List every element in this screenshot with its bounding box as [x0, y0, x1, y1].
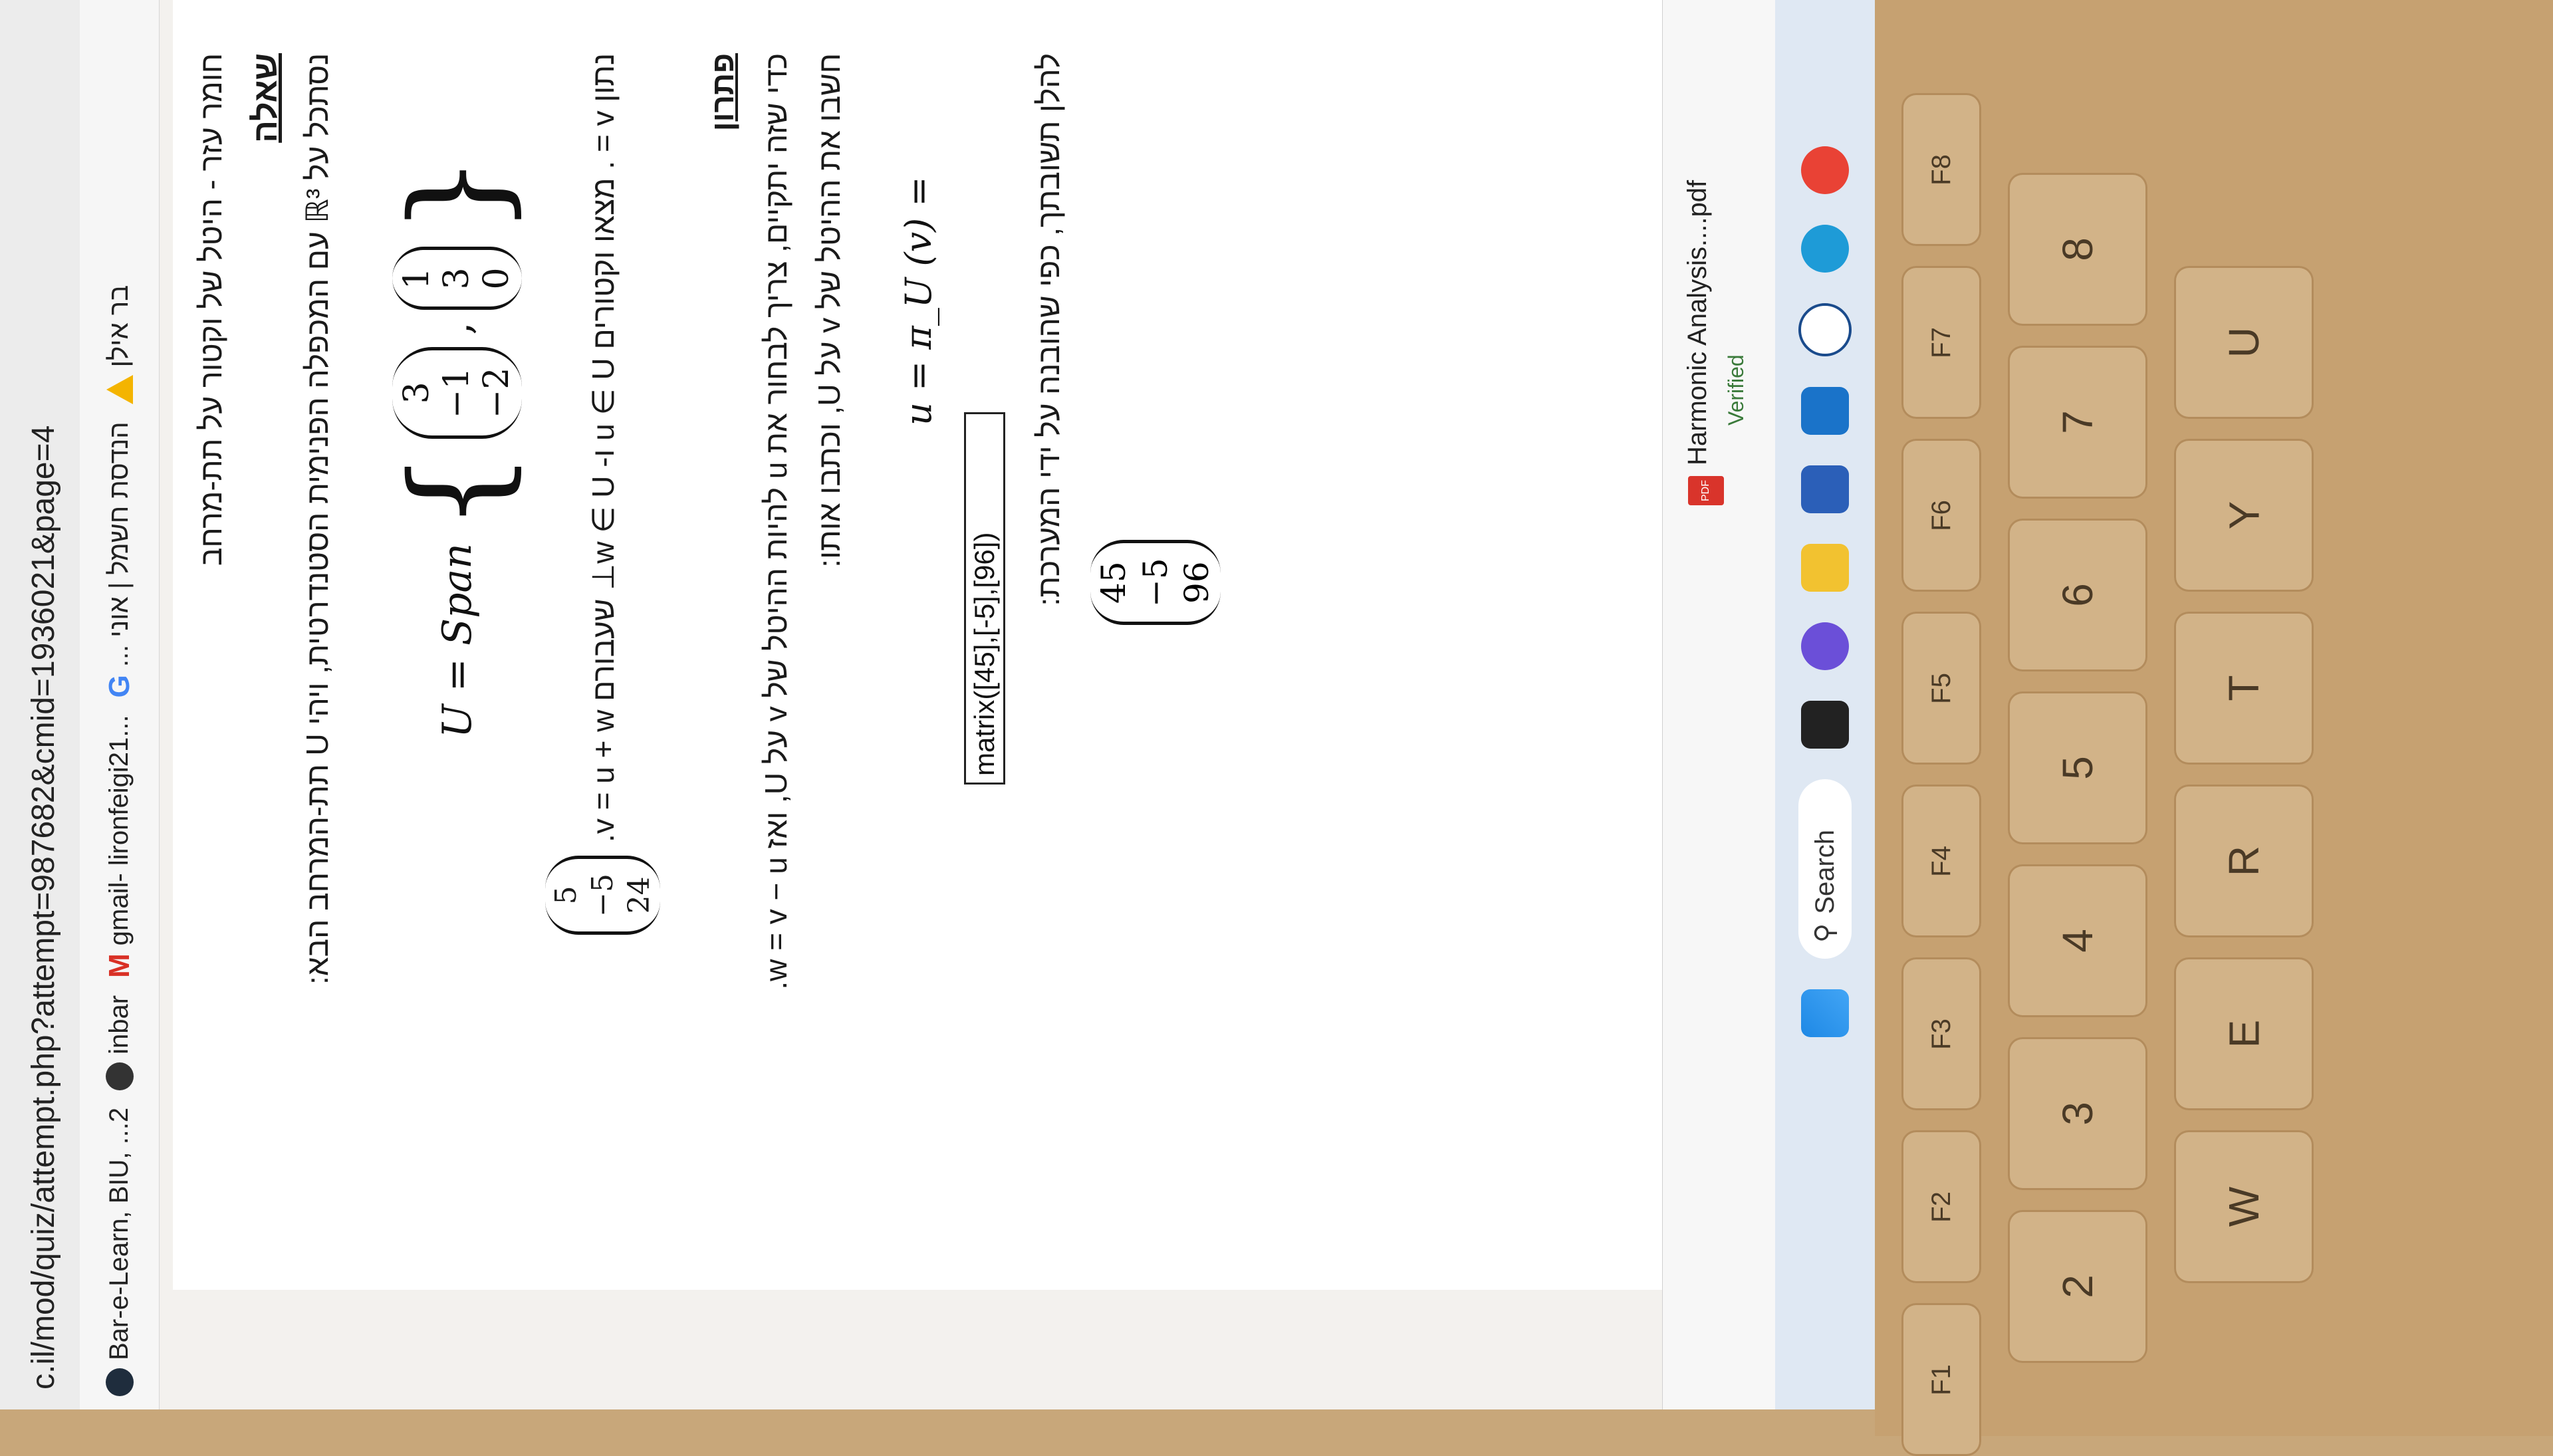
- key-w[interactable]: W: [2174, 1130, 2314, 1283]
- solution-title: פתרון: [705, 53, 740, 132]
- vector-entry: 3: [436, 267, 477, 290]
- bookmark-inbar[interactable]: inbar: [104, 995, 134, 1090]
- chrome-icon[interactable]: [1801, 146, 1849, 194]
- left-brace: {: [383, 451, 531, 532]
- key-f7[interactable]: F7: [1901, 266, 1981, 419]
- bookmark-label: ... הנדסת חשמל | אוני: [104, 422, 134, 667]
- span-expression: U = Span { 3 −1 −2 , 1 3 0 }: [383, 154, 531, 738]
- edge-icon[interactable]: [1801, 225, 1849, 273]
- span-vector-1: 3 −1 −2: [392, 346, 523, 439]
- quiz-page: חומר עזר - היטל של וקטור על תת-מרחב שאלה…: [173, 0, 1662, 1290]
- search-icon: ⚲: [1810, 923, 1840, 943]
- address-bar[interactable]: c.il/mod/quiz/attempt.php?attempt=987682…: [0, 0, 80, 1409]
- vector-entry: −2: [476, 367, 517, 419]
- vector-entry: −5: [586, 873, 620, 917]
- answer-vector-preview: 45 −5 96: [1090, 540, 1221, 625]
- vector-entry: 3: [397, 382, 437, 404]
- drive-icon: [106, 375, 133, 405]
- question-text-line2: נתון v = . מצאו וקטורים u ∈ U ו- w ∈ U⊥ …: [545, 53, 660, 935]
- bookmark-label: inbar: [104, 995, 134, 1054]
- bookmark-bar-e-learn[interactable]: Bar-e-Learn, BIU, ...2: [104, 1108, 134, 1396]
- key-7[interactable]: 7: [2008, 346, 2147, 499]
- laptop-screen: c.il/mod/quiz/attempt.php?attempt=987682…: [0, 0, 1875, 1409]
- vector-entry: 24: [622, 876, 656, 914]
- answer-input[interactable]: matrix([45],[-5],[96]): [964, 412, 1005, 785]
- bookmark-gmail[interactable]: M gmail- lironfeigi21...: [103, 715, 136, 977]
- key-3[interactable]: 3: [2008, 1037, 2147, 1190]
- vector-entry: −5: [1136, 558, 1175, 607]
- key-u[interactable]: U: [2174, 266, 2314, 419]
- vector-entry: −1: [436, 367, 477, 419]
- span-vector-2: 1 3 0: [392, 247, 523, 310]
- globe-icon: [105, 1368, 134, 1396]
- taskbar-search[interactable]: ⚲ Search: [1798, 779, 1852, 959]
- vector-entry: 1: [397, 267, 437, 290]
- bookmark-label: Bar-e-Learn, BIU, ...2: [104, 1107, 134, 1360]
- key-y[interactable]: Y: [2174, 439, 2314, 592]
- right-brace: }: [383, 154, 531, 235]
- store-icon[interactable]: [1801, 465, 1849, 513]
- question-line2-text: נתון v = . מצאו וקטורים u ∈ U ו- w ∈ U⊥ …: [585, 53, 620, 842]
- task-view-icon[interactable]: [1801, 701, 1849, 749]
- key-6[interactable]: 6: [2008, 519, 2147, 671]
- key-f2[interactable]: F2: [1901, 1130, 1981, 1283]
- taskbar: ⚲ Search: [1775, 0, 1875, 1409]
- search-label: Search: [1810, 829, 1840, 914]
- download-file-name[interactable]: Harmonic Analysis....pdf: [1683, 180, 1713, 465]
- key-f5[interactable]: F5: [1901, 612, 1981, 765]
- google-icon: G: [102, 675, 136, 698]
- vector-entry: 45: [1094, 561, 1133, 604]
- file-explorer-icon[interactable]: [1801, 544, 1849, 592]
- comma: ,: [433, 322, 481, 335]
- solution-text-line1: כדי שזה יתקיים, צריך לבחור את u להיות הה…: [759, 53, 793, 990]
- laptop-keyboard: F1 F2 F3 F4 F5 F6 F7 F8 2 3 4 5 6 7 8 W …: [1875, 0, 2553, 1456]
- response-note: להלן תשובתך, כפי שהובנה על ידי המערכת:: [1031, 53, 1066, 606]
- key-t[interactable]: T: [2174, 612, 2314, 765]
- vector-entry: 96: [1177, 561, 1216, 604]
- dell-icon[interactable]: [1798, 303, 1852, 356]
- bookmark-electrical-engineering[interactable]: G ... הנדסת חשמל | אוני: [103, 422, 136, 697]
- key-f6[interactable]: F6: [1901, 439, 1981, 592]
- bookmarks-bar: Bar-e-Learn, BIU, ...2 inbar M gmail- li…: [80, 0, 160, 1409]
- bookmark-label: gmail- lironfeigi21...: [104, 715, 134, 946]
- bookmark-label: בר אילן: [104, 285, 134, 368]
- url-text[interactable]: c.il/mod/quiz/attempt.php?attempt=987682…: [25, 425, 62, 1390]
- copilot-icon[interactable]: [1801, 622, 1849, 670]
- key-f4[interactable]: F4: [1901, 785, 1981, 937]
- vector-entry: 0: [476, 267, 517, 290]
- mail-icon[interactable]: [1801, 387, 1849, 435]
- page-headline: חומר עזר - היטל של וקטור על תת-מרחב: [193, 53, 228, 566]
- key-e[interactable]: E: [2174, 957, 2314, 1110]
- question-title: שאלה: [247, 53, 284, 143]
- key-r[interactable]: R: [2174, 785, 2314, 937]
- v-vector: 5 −5 24: [545, 855, 660, 935]
- download-status: Verified: [1724, 354, 1748, 425]
- downloads-bar: PDF Harmonic Analysis....pdf Verified: [1662, 0, 1776, 1409]
- vector-entry: 5: [549, 886, 583, 905]
- question-text-line1: נסתכל על ℝ³ עם המכפלה הפנימית הסטנדרטית,…: [300, 53, 334, 985]
- key-4[interactable]: 4: [2008, 864, 2147, 1017]
- key-f3[interactable]: F3: [1901, 957, 1981, 1110]
- bookmark-bar-ilan[interactable]: בר אילן: [104, 285, 134, 405]
- key-2[interactable]: 2: [2008, 1210, 2147, 1363]
- span-label: U = Span: [433, 543, 481, 738]
- windows-start-icon[interactable]: [1801, 989, 1849, 1037]
- globe-icon: [105, 1062, 134, 1090]
- key-5[interactable]: 5: [2008, 691, 2147, 844]
- key-8[interactable]: 8: [2008, 173, 2147, 326]
- key-f8[interactable]: F8: [1901, 93, 1981, 246]
- key-f1[interactable]: F1: [1901, 1303, 1981, 1456]
- gmail-icon: M: [102, 953, 136, 978]
- solution-text-line2: חשבו את ההיטל של v על U, וכתבו אותו:: [812, 53, 846, 568]
- pdf-icon: PDF: [1688, 476, 1724, 505]
- projection-formula: u = π_U (v) =: [898, 176, 939, 425]
